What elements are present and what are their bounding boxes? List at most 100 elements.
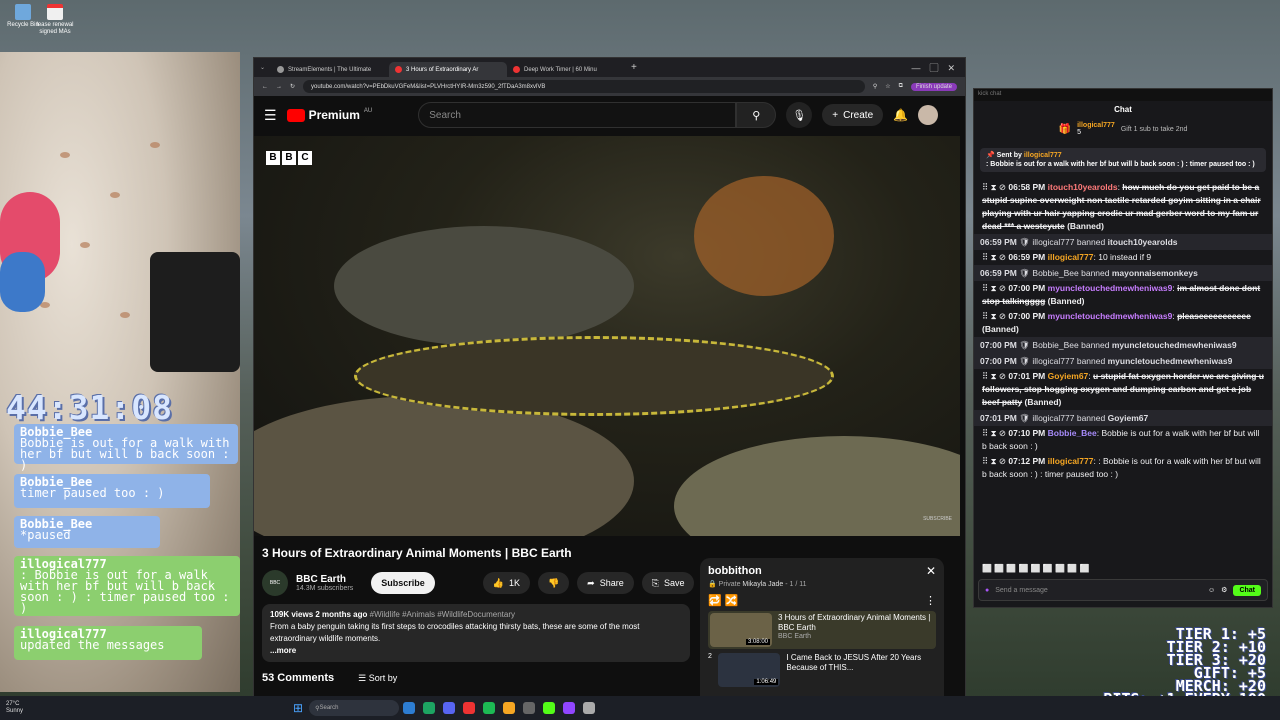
chat-username[interactable]: illogical777: [1048, 252, 1094, 262]
chat-message: ⠿ ⧗ ⊘ 07:10 PM Bobbie_Bee: Bobbie is out…: [982, 428, 1260, 451]
chat-actions-icon[interactable]: ⠿ ⧗ ⊘: [982, 428, 1008, 438]
settings-gear-icon[interactable]: ⚙: [1221, 586, 1227, 594]
chat-username[interactable]: myuncletouchedmewheniwas9: [1048, 311, 1173, 321]
chat-messages: ⠿ ⧗ ⊘ 06:58 PM itouch10yearolds: how muc…: [974, 180, 1272, 482]
spotify-icon[interactable]: [483, 702, 496, 714]
playlist-title: bobbithon: [708, 565, 762, 577]
sort-by-button[interactable]: ☰ Sort by: [358, 673, 397, 684]
share-icon: ➦: [587, 577, 595, 588]
chat-username[interactable]: Bobbie_Bee: [1032, 268, 1078, 278]
menu-icon[interactable]: ☰: [264, 107, 277, 124]
twitch-icon[interactable]: [563, 702, 576, 714]
discord-icon[interactable]: [443, 702, 456, 714]
chat-username[interactable]: myuncletouchedmewheniwas9: [1048, 283, 1173, 293]
forward-icon[interactable]: →: [276, 84, 282, 90]
banned-user[interactable]: mayonnaisemonkeys: [1112, 268, 1198, 278]
chrome-icon[interactable]: [423, 702, 436, 714]
start-icon[interactable]: ⊞: [293, 701, 303, 715]
lock-icon: 🔒: [708, 581, 717, 588]
banned-user[interactable]: Goyiem67: [1108, 413, 1149, 423]
chat-message: ⠿ ⧗ ⊘ 07:01 PM Goyiem67: u stupid fat ox…: [982, 371, 1264, 407]
chat-username[interactable]: Bobbie_Bee: [1032, 340, 1078, 350]
chat-username[interactable]: itouch10yearolds: [1048, 182, 1118, 192]
extensions-icon[interactable]: ⧉: [899, 83, 903, 90]
channel-name[interactable]: BBC Earth: [296, 574, 353, 585]
banned-user[interactable]: myuncletouchedmewheniwas9: [1112, 340, 1237, 350]
subscribe-button[interactable]: Subscribe: [371, 572, 435, 594]
chat-timestamp: 06:59 PM: [980, 237, 1017, 247]
save-button[interactable]: ⎘ Save: [641, 572, 695, 594]
reload-icon[interactable]: ↻: [290, 83, 295, 90]
show-more-link[interactable]: ...more: [270, 646, 296, 655]
notifications-bell-icon[interactable]: 🔔: [893, 108, 908, 122]
tab-streamelements[interactable]: StreamElements | The Ultimate: [271, 62, 389, 77]
account-avatar[interactable]: [918, 105, 939, 125]
tab-deep-work-timer[interactable]: Deep Work Timer | 60 Minu: [507, 62, 625, 77]
banned-user[interactable]: myuncletouchedmewheniwas9: [1108, 356, 1233, 366]
chat-timestamp: 06:58 PM: [1008, 182, 1046, 192]
chat-username[interactable]: illogical777: [1048, 456, 1094, 466]
share-button[interactable]: ➦ Share: [577, 572, 634, 594]
chat-actions-icon[interactable]: ⠿ ⧗ ⊘: [982, 182, 1008, 192]
microphone-icon[interactable]: 🎙: [786, 102, 813, 128]
create-button[interactable]: + Create: [822, 104, 884, 126]
video-player[interactable]: B B C SUBSCRIBE: [254, 136, 960, 536]
playlist-item[interactable]: 2 1:06:49 I Came Back to JESUS After 20 …: [708, 653, 936, 687]
shuffle-icon[interactable]: 🔀: [725, 595, 739, 607]
app-icon[interactable]: [503, 702, 516, 714]
app-icon[interactable]: [583, 702, 596, 714]
chat-username[interactable]: Goyiem67: [1048, 371, 1089, 381]
mic-icon[interactable]: ●: [985, 587, 989, 594]
chat-actions-icon[interactable]: ⠿ ⧗ ⊘: [982, 283, 1008, 293]
file-explorer-icon[interactable]: [403, 702, 416, 714]
loop-icon[interactable]: 🔁: [708, 595, 722, 607]
emote-bar[interactable]: ⬜ ⬜ ⬜ ⬜ ⬜ ⬜ ⬜ ⬜ ⬜: [974, 564, 1272, 573]
taskbar-search[interactable]: ⚲ Search: [309, 700, 400, 716]
app-icon[interactable]: [523, 702, 536, 714]
chat-username[interactable]: illogical777: [1032, 237, 1074, 247]
zoom-icon[interactable]: ⚲: [873, 83, 877, 90]
channel-avatar[interactable]: BBC: [262, 570, 288, 596]
playlist-item[interactable]: 3:08:00 3 Hours of Extraordinary Animal …: [708, 611, 936, 649]
chat-actions-icon[interactable]: ⠿ ⧗ ⊘: [982, 371, 1008, 381]
send-chat-button[interactable]: Chat: [1233, 584, 1261, 596]
app-icon[interactable]: [463, 702, 476, 714]
tab-list-icon[interactable]: ⌄: [260, 64, 265, 71]
emoji-icon[interactable]: ☺: [1208, 587, 1215, 594]
overlay-message: Bobbie_Bee *paused: [14, 516, 160, 548]
subscribe-watermark[interactable]: SUBSCRIBE: [923, 516, 952, 522]
chat-timestamp: 07:00 PM: [980, 356, 1017, 366]
back-icon[interactable]: ←: [262, 84, 268, 90]
chat-actions-icon[interactable]: ⠿ ⧗ ⊘: [982, 456, 1008, 466]
chat-actions-icon[interactable]: ⠿ ⧗ ⊘: [982, 252, 1008, 262]
finish-update-button[interactable]: Finish update: [910, 82, 957, 91]
chat-username[interactable]: illogical777: [1032, 413, 1074, 423]
chat-username[interactable]: Bobbie_Bee: [1048, 428, 1097, 438]
search-icon[interactable]: ⚲: [736, 102, 777, 128]
close-icon[interactable]: ✕: [926, 564, 936, 578]
url-field[interactable]: youtube.com/watch?v=PEbDkuVGFeM&list=PLV…: [303, 80, 865, 93]
bookmark-star-icon[interactable]: ☆: [885, 83, 890, 90]
kick-icon[interactable]: [543, 702, 556, 714]
banned-user[interactable]: itouch10yearolds: [1108, 237, 1178, 247]
sort-icon: ☰: [358, 672, 369, 683]
new-tab-icon[interactable]: +: [631, 62, 637, 73]
hashtags[interactable]: #Wildlife #Animals #WildlifeDocumentary: [370, 610, 515, 619]
window-controls[interactable]: — ▢ ✕: [911, 61, 955, 74]
dislike-button[interactable]: 👎: [537, 572, 570, 594]
tab-youtube-video[interactable]: 3 Hours of Extraordinary Ar: [389, 62, 508, 77]
youtube-logo[interactable]: Premium AU: [286, 108, 372, 122]
playlist-menu-icon[interactable]: ⋮: [925, 594, 936, 607]
description-box[interactable]: 109K views 2 months ago #Wildlife #Anima…: [262, 604, 690, 662]
mod-badge-icon: 🛡: [1019, 356, 1031, 366]
chat-window-title: kick chat: [974, 89, 1272, 101]
chat-username[interactable]: illogical777: [1032, 356, 1074, 366]
search-input[interactable]: Search: [418, 102, 737, 128]
desktop-icon-pdf[interactable]: lease renewal signed MAs: [32, 4, 78, 36]
like-button[interactable]: 👍 1K: [482, 572, 530, 594]
chat-input[interactable]: Send a message: [995, 587, 1202, 594]
weather-widget[interactable]: 27°C Sunny: [6, 701, 23, 715]
chat-actions-icon[interactable]: ⠿ ⧗ ⊘: [982, 311, 1008, 321]
pin-icon: 📌: [986, 152, 995, 159]
chat-status: (Banned): [1067, 221, 1104, 231]
